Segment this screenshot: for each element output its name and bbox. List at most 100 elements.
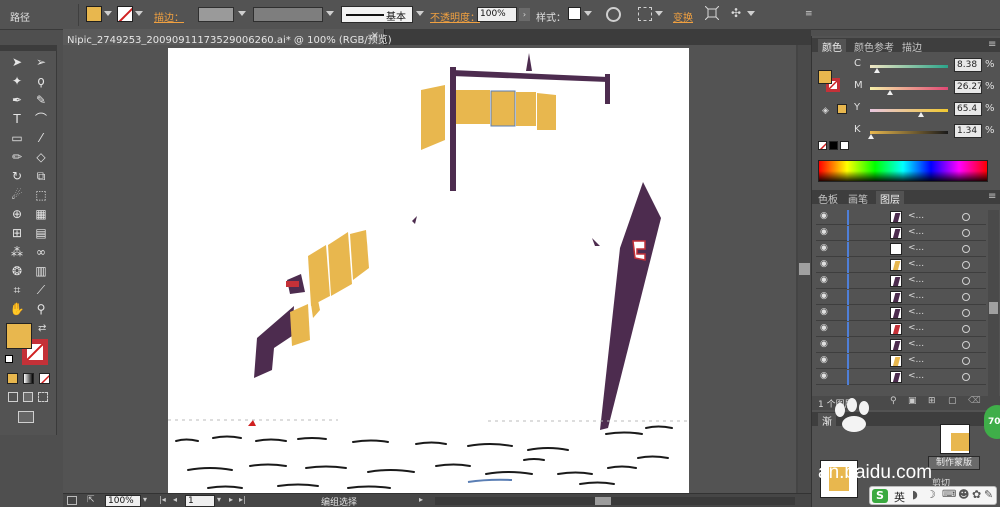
first-page-icon[interactable]: |◂: [159, 495, 166, 504]
opacity-label[interactable]: 不透明度：: [430, 9, 480, 24]
opacity-field[interactable]: 100%: [477, 7, 517, 22]
hand-tool-icon[interactable]: ✋: [8, 300, 26, 318]
locate-object-icon[interactable]: ⚲: [890, 396, 897, 406]
target-circle-icon[interactable]: [962, 277, 970, 285]
slice-tool-icon[interactable]: ⟋: [32, 281, 50, 299]
target-circle-icon[interactable]: [962, 213, 970, 221]
fill-dropdown-icon[interactable]: [104, 11, 112, 16]
tab-color[interactable]: 颜色: [818, 39, 846, 54]
canvas-scroll-thumb[interactable]: [799, 263, 810, 275]
pen-tool-icon[interactable]: ✒: [8, 91, 26, 109]
blend-tool-icon[interactable]: ∞: [32, 243, 50, 261]
brush-dropdown-icon[interactable]: [416, 11, 424, 16]
visibility-eye-icon[interactable]: ◉: [820, 307, 828, 317]
none-mode-icon[interactable]: [39, 373, 50, 384]
target-circle-icon[interactable]: [962, 325, 970, 333]
make-mask-button[interactable]: 制作蒙版: [928, 456, 980, 470]
slider-black[interactable]: K 1.34 %: [852, 124, 1000, 140]
new-sublayer-icon[interactable]: ⊞: [928, 396, 936, 406]
layers-panel-menu-icon[interactable]: ≡: [988, 191, 996, 202]
rectangle-tool-icon[interactable]: ▭: [8, 129, 26, 147]
color-panel-menu-icon[interactable]: ≡: [988, 39, 996, 50]
slider-track[interactable]: [870, 109, 948, 112]
magic-wand-icon[interactable]: ✦: [8, 72, 26, 90]
target-circle-icon[interactable]: [962, 293, 970, 301]
paintbrush-icon[interactable]: ⁄: [32, 129, 50, 147]
channel-value[interactable]: 26.27: [954, 80, 983, 94]
direct-selection-tool-icon[interactable]: ➢: [32, 53, 50, 71]
target-circle-icon[interactable]: [962, 245, 970, 253]
layer-row[interactable]: ◉ <...: [816, 242, 986, 257]
page-dropdown-icon[interactable]: ▾: [217, 495, 221, 504]
zoom-field[interactable]: 100%: [105, 495, 141, 507]
tab-color-guide[interactable]: 颜色参考: [854, 39, 894, 54]
status-menu-icon[interactable]: ▸: [419, 495, 423, 504]
scale-tool-icon[interactable]: ⧉: [32, 167, 50, 185]
screen-mode-icon[interactable]: [18, 411, 34, 423]
artboard-tool-icon[interactable]: ⌗: [8, 281, 26, 299]
channel-value[interactable]: 65.4: [954, 102, 982, 116]
prev-page-icon[interactable]: ◂: [173, 495, 177, 504]
variable-width-field[interactable]: [253, 7, 323, 22]
layer-row[interactable]: ◉ <...: [816, 226, 986, 241]
align-dropdown-icon[interactable]: [655, 11, 663, 16]
slider-track[interactable]: [870, 87, 948, 90]
target-circle-icon[interactable]: [962, 309, 970, 317]
rotate-tool-icon[interactable]: ↻: [8, 167, 26, 185]
visibility-eye-icon[interactable]: ◉: [820, 243, 828, 253]
layers-scroll-thumb[interactable]: [989, 302, 998, 314]
canvas-scroll-column[interactable]: [798, 45, 811, 493]
trash-icon[interactable]: ⌫: [968, 396, 981, 406]
visibility-eye-icon[interactable]: ◉: [820, 339, 828, 349]
perspective-grid-icon[interactable]: ▦: [32, 205, 50, 223]
selection-tool-icon[interactable]: ➤: [8, 53, 26, 71]
brush-definition-field[interactable]: 基本: [341, 6, 413, 23]
document-tab[interactable]: Nipic_2749253_20090911173529006260.ai* @…: [63, 29, 392, 46]
target-circle-icon[interactable]: [962, 261, 970, 269]
page-field[interactable]: 1: [185, 495, 215, 507]
eyedropper-icon[interactable]: ⁂: [8, 243, 26, 261]
panel-fill-box[interactable]: [818, 70, 832, 84]
mask-thumbnail[interactable]: [940, 424, 970, 454]
symbol-sprayer-icon[interactable]: ❂: [8, 262, 26, 280]
color-spectrum[interactable]: [818, 160, 988, 182]
layer-row[interactable]: ◉ <...: [816, 210, 986, 225]
visibility-eye-icon[interactable]: ◉: [820, 227, 828, 237]
style-dropdown-icon[interactable]: [584, 11, 592, 16]
variable-width-dropdown-icon[interactable]: [326, 11, 334, 16]
visibility-eye-icon[interactable]: ◉: [820, 275, 828, 285]
swap-fill-stroke-icon[interactable]: ⇄: [38, 323, 46, 334]
stroke-dropdown-icon[interactable]: [135, 11, 143, 16]
graphic-style-swatch[interactable]: [568, 7, 581, 20]
tab-stroke[interactable]: 描边: [902, 39, 922, 54]
opacity-arrow-icon[interactable]: ›: [519, 8, 530, 21]
slider-thumb[interactable]: [873, 68, 880, 73]
layer-row[interactable]: ◉ <...: [816, 354, 986, 369]
layer-row[interactable]: ◉ <...: [816, 290, 986, 305]
next-page-icon[interactable]: ▸: [229, 495, 233, 504]
share-icon[interactable]: ⇱: [87, 495, 95, 505]
eraser-tool-icon[interactable]: ◇: [32, 148, 50, 166]
pencil-tool-icon[interactable]: ✏: [8, 148, 26, 166]
stroke-label[interactable]: 描边：: [154, 9, 184, 24]
stroke-swatch[interactable]: [117, 6, 133, 22]
web-safe-swatch[interactable]: [837, 104, 847, 114]
new-layer-icon[interactable]: ▢: [948, 396, 957, 406]
last-page-icon[interactable]: ▸|: [239, 495, 246, 504]
lasso-icon[interactable]: ϙ: [32, 72, 50, 90]
canvas-area[interactable]: [63, 45, 800, 493]
draw-inside-icon[interactable]: [38, 392, 48, 402]
transform-dropdown-icon[interactable]: [747, 11, 755, 16]
none-swatch[interactable]: [818, 141, 827, 150]
target-circle-icon[interactable]: [962, 341, 970, 349]
zoom-dropdown-icon[interactable]: ▾: [143, 495, 147, 504]
target-circle-icon[interactable]: [962, 229, 970, 237]
slider-thumb[interactable]: [868, 134, 875, 139]
artboard[interactable]: [168, 48, 689, 493]
make-clip-mask-icon[interactable]: ▣: [908, 396, 917, 406]
ime-keyboard-icon[interactable]: ⌨: [942, 489, 956, 500]
recolor-artwork-icon[interactable]: [606, 7, 621, 22]
curvature-tool-icon[interactable]: ✎: [32, 91, 50, 109]
color-mode-icon[interactable]: [7, 373, 18, 384]
transform-each-icon[interactable]: ✣: [731, 6, 745, 20]
